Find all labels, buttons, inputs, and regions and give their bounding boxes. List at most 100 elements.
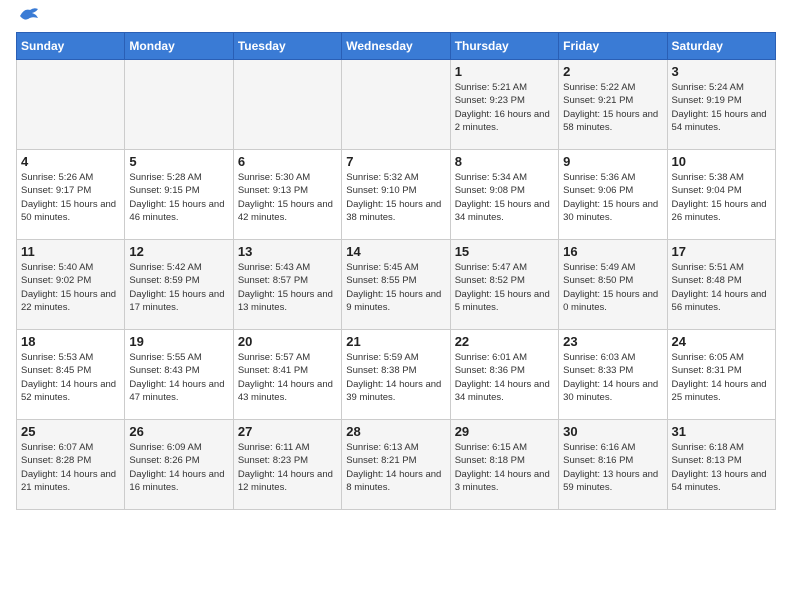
calendar-cell (233, 60, 341, 150)
day-number: 27 (238, 424, 337, 439)
day-info: Sunrise: 5:55 AM Sunset: 8:43 PM Dayligh… (129, 351, 228, 404)
calendar-cell: 27 Sunrise: 6:11 AM Sunset: 8:23 PM Dayli… (233, 420, 341, 510)
weekday-header-wednesday: Wednesday (342, 33, 450, 60)
calendar-cell: 25 Sunrise: 6:07 AM Sunset: 8:28 PM Dayli… (17, 420, 125, 510)
calendar-cell: 13 Sunrise: 5:43 AM Sunset: 8:57 PM Dayli… (233, 240, 341, 330)
day-info: Sunrise: 5:40 AM Sunset: 9:02 PM Dayligh… (21, 261, 120, 314)
logo-bird-icon (18, 6, 40, 24)
day-number: 4 (21, 154, 120, 169)
day-number: 5 (129, 154, 228, 169)
week-row-4: 18Sunrise: 5:53 AM Sunset: 8:45 PM Dayli… (17, 330, 776, 420)
day-info: Sunrise: 6:03 AM Sunset: 8:33 PM Dayligh… (563, 351, 662, 404)
calendar-cell: 21 Sunrise: 5:59 AM Sunset: 8:38 PM Dayli… (342, 330, 450, 420)
day-info: Sunrise: 5:24 AM Sunset: 9:19 PM Dayligh… (672, 81, 771, 134)
calendar-cell: 29Sunrise: 6:15 AM Sunset: 8:18 PM Dayli… (450, 420, 558, 510)
day-number: 15 (455, 244, 554, 259)
day-number: 10 (672, 154, 771, 169)
calendar-cell: 9 Sunrise: 5:36 AM Sunset: 9:06 PM Daylig… (559, 150, 667, 240)
week-row-5: 25 Sunrise: 6:07 AM Sunset: 8:28 PM Dayli… (17, 420, 776, 510)
day-info: Sunrise: 5:34 AM Sunset: 9:08 PM Dayligh… (455, 171, 554, 224)
calendar-cell: 18Sunrise: 5:53 AM Sunset: 8:45 PM Dayli… (17, 330, 125, 420)
day-number: 25 (21, 424, 120, 439)
day-info: Sunrise: 5:28 AM Sunset: 9:15 PM Dayligh… (129, 171, 228, 224)
calendar-cell: 7 Sunrise: 5:32 AM Sunset: 9:10 PM Daylig… (342, 150, 450, 240)
calendar-cell: 8 Sunrise: 5:34 AM Sunset: 9:08 PM Daylig… (450, 150, 558, 240)
page-header (16, 16, 776, 24)
day-info: Sunrise: 6:11 AM Sunset: 8:23 PM Dayligh… (238, 441, 337, 494)
day-info: Sunrise: 5:32 AM Sunset: 9:10 PM Dayligh… (346, 171, 445, 224)
calendar-cell: 19 Sunrise: 5:55 AM Sunset: 8:43 PM Dayli… (125, 330, 233, 420)
calendar-cell: 2Sunrise: 5:22 AM Sunset: 9:21 PM Daylig… (559, 60, 667, 150)
day-number: 24 (672, 334, 771, 349)
calendar-cell: 23 Sunrise: 6:03 AM Sunset: 8:33 PM Dayli… (559, 330, 667, 420)
day-number: 12 (129, 244, 228, 259)
calendar-cell (125, 60, 233, 150)
week-row-2: 4Sunrise: 5:26 AM Sunset: 9:17 PM Daylig… (17, 150, 776, 240)
weekday-header-row: SundayMondayTuesdayWednesdayThursdayFrid… (17, 33, 776, 60)
calendar-cell: 24Sunrise: 6:05 AM Sunset: 8:31 PM Dayli… (667, 330, 775, 420)
day-number: 23 (563, 334, 662, 349)
calendar-cell: 31Sunrise: 6:18 AM Sunset: 8:13 PM Dayli… (667, 420, 775, 510)
calendar-cell: 26 Sunrise: 6:09 AM Sunset: 8:26 PM Dayli… (125, 420, 233, 510)
weekday-header-thursday: Thursday (450, 33, 558, 60)
day-info: Sunrise: 5:51 AM Sunset: 8:48 PM Dayligh… (672, 261, 771, 314)
day-number: 14 (346, 244, 445, 259)
day-number: 18 (21, 334, 120, 349)
day-info: Sunrise: 6:07 AM Sunset: 8:28 PM Dayligh… (21, 441, 120, 494)
calendar-cell: 16 Sunrise: 5:49 AM Sunset: 8:50 PM Dayli… (559, 240, 667, 330)
day-number: 13 (238, 244, 337, 259)
day-info: Sunrise: 5:38 AM Sunset: 9:04 PM Dayligh… (672, 171, 771, 224)
calendar-cell (342, 60, 450, 150)
day-info: Sunrise: 5:43 AM Sunset: 8:57 PM Dayligh… (238, 261, 337, 314)
weekday-header-friday: Friday (559, 33, 667, 60)
day-number: 3 (672, 64, 771, 79)
calendar-cell: 4Sunrise: 5:26 AM Sunset: 9:17 PM Daylig… (17, 150, 125, 240)
calendar-cell: 22 Sunrise: 6:01 AM Sunset: 8:36 PM Dayli… (450, 330, 558, 420)
day-info: Sunrise: 5:36 AM Sunset: 9:06 PM Dayligh… (563, 171, 662, 224)
day-number: 17 (672, 244, 771, 259)
weekday-header-monday: Monday (125, 33, 233, 60)
weekday-header-tuesday: Tuesday (233, 33, 341, 60)
day-number: 6 (238, 154, 337, 169)
calendar-cell: 1Sunrise: 5:21 AM Sunset: 9:23 PM Daylig… (450, 60, 558, 150)
calendar-cell: 6 Sunrise: 5:30 AM Sunset: 9:13 PM Daylig… (233, 150, 341, 240)
day-number: 16 (563, 244, 662, 259)
day-number: 30 (563, 424, 662, 439)
day-info: Sunrise: 5:21 AM Sunset: 9:23 PM Dayligh… (455, 81, 554, 134)
day-number: 20 (238, 334, 337, 349)
calendar-cell: 11 Sunrise: 5:40 AM Sunset: 9:02 PM Dayli… (17, 240, 125, 330)
day-number: 7 (346, 154, 445, 169)
calendar-cell: 17 Sunrise: 5:51 AM Sunset: 8:48 PM Dayli… (667, 240, 775, 330)
day-number: 11 (21, 244, 120, 259)
calendar-cell: 3 Sunrise: 5:24 AM Sunset: 9:19 PM Daylig… (667, 60, 775, 150)
calendar-cell (17, 60, 125, 150)
day-info: Sunrise: 5:42 AM Sunset: 8:59 PM Dayligh… (129, 261, 228, 314)
day-number: 22 (455, 334, 554, 349)
day-info: Sunrise: 6:13 AM Sunset: 8:21 PM Dayligh… (346, 441, 445, 494)
day-info: Sunrise: 5:45 AM Sunset: 8:55 PM Dayligh… (346, 261, 445, 314)
day-number: 9 (563, 154, 662, 169)
day-info: Sunrise: 5:57 AM Sunset: 8:41 PM Dayligh… (238, 351, 337, 404)
calendar-cell: 5 Sunrise: 5:28 AM Sunset: 9:15 PM Daylig… (125, 150, 233, 240)
day-number: 29 (455, 424, 554, 439)
week-row-1: 1Sunrise: 5:21 AM Sunset: 9:23 PM Daylig… (17, 60, 776, 150)
day-number: 21 (346, 334, 445, 349)
calendar-cell: 28Sunrise: 6:13 AM Sunset: 8:21 PM Dayli… (342, 420, 450, 510)
day-number: 8 (455, 154, 554, 169)
day-info: Sunrise: 5:30 AM Sunset: 9:13 PM Dayligh… (238, 171, 337, 224)
calendar-cell: 14 Sunrise: 5:45 AM Sunset: 8:55 PM Dayli… (342, 240, 450, 330)
day-number: 26 (129, 424, 228, 439)
day-info: Sunrise: 5:47 AM Sunset: 8:52 PM Dayligh… (455, 261, 554, 314)
day-info: Sunrise: 5:49 AM Sunset: 8:50 PM Dayligh… (563, 261, 662, 314)
day-info: Sunrise: 6:01 AM Sunset: 8:36 PM Dayligh… (455, 351, 554, 404)
day-info: Sunrise: 5:22 AM Sunset: 9:21 PM Dayligh… (563, 81, 662, 134)
day-info: Sunrise: 5:59 AM Sunset: 8:38 PM Dayligh… (346, 351, 445, 404)
day-number: 19 (129, 334, 228, 349)
day-info: Sunrise: 6:16 AM Sunset: 8:16 PM Dayligh… (563, 441, 662, 494)
day-info: Sunrise: 6:09 AM Sunset: 8:26 PM Dayligh… (129, 441, 228, 494)
weekday-header-saturday: Saturday (667, 33, 775, 60)
calendar-cell: 12 Sunrise: 5:42 AM Sunset: 8:59 PM Dayli… (125, 240, 233, 330)
calendar-cell: 15 Sunrise: 5:47 AM Sunset: 8:52 PM Dayli… (450, 240, 558, 330)
calendar-cell: 10 Sunrise: 5:38 AM Sunset: 9:04 PM Dayli… (667, 150, 775, 240)
day-info: Sunrise: 6:18 AM Sunset: 8:13 PM Dayligh… (672, 441, 771, 494)
